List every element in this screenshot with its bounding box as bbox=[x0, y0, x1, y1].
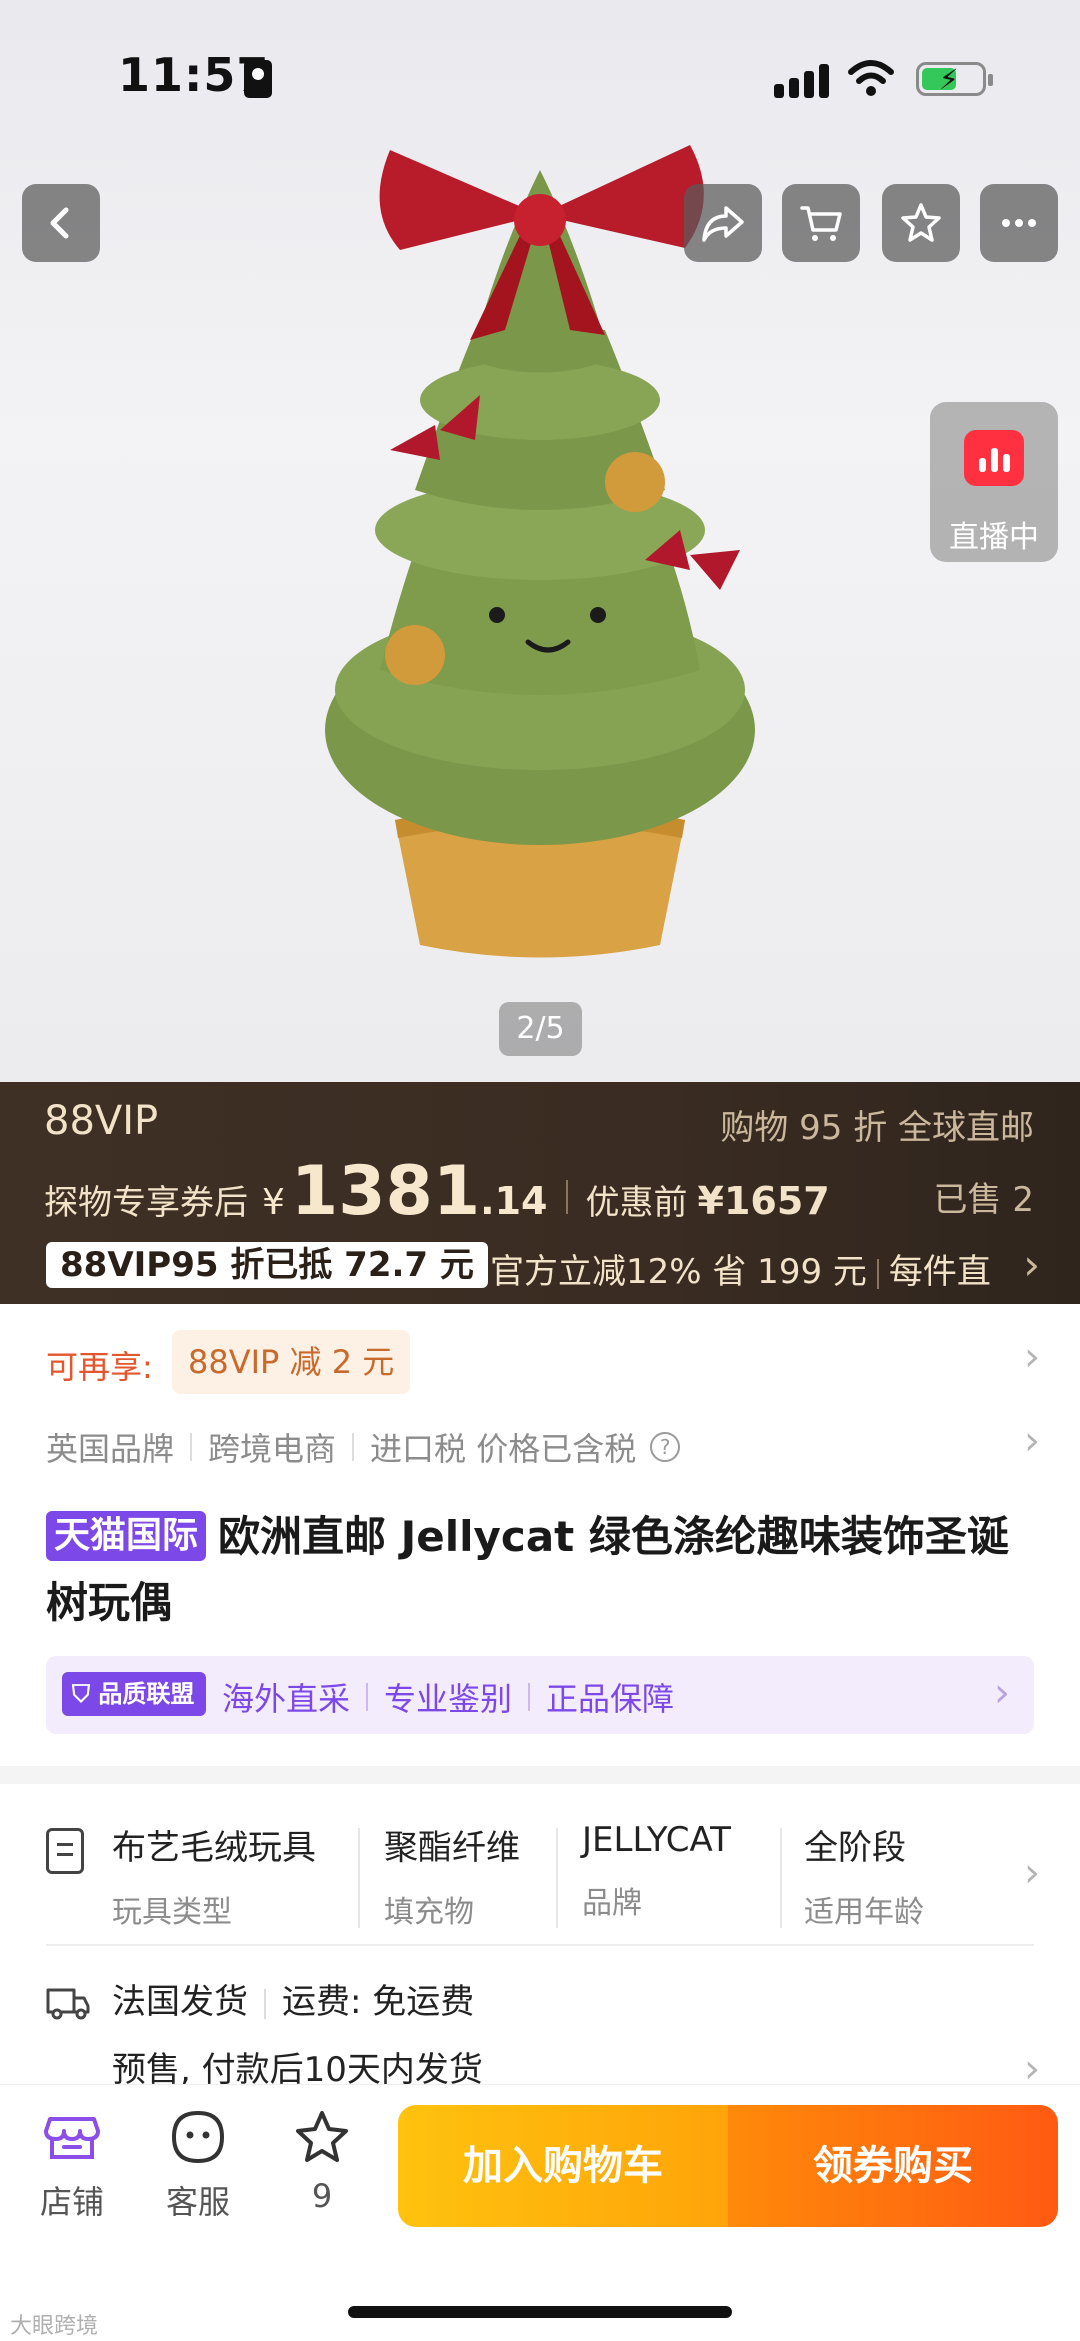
customer-service-button[interactable]: 客服 bbox=[148, 2107, 248, 2223]
more-dots-icon bbox=[1002, 219, 1036, 227]
favorite-count: 9 bbox=[311, 2177, 333, 2215]
status-bar: 11:57 ⚡ bbox=[0, 0, 1080, 150]
price-row: 探物专享券后 ¥ 1381 .14 优惠前 ¥1657 bbox=[44, 1152, 830, 1232]
live-stream-button[interactable]: 直播中 bbox=[930, 402, 1058, 562]
vip-benefit-text: 购物 95 折 全球直邮 bbox=[720, 1108, 1034, 1148]
shipping-origin: 法国发货 运费: 免运费 bbox=[112, 1974, 474, 2023]
document-icon bbox=[46, 1828, 84, 1874]
store-icon bbox=[44, 2117, 100, 2159]
divider bbox=[46, 1944, 1034, 1946]
vip-price-banner[interactable]: 88VIP 购物 95 折 全球直邮 探物专享券后 ¥ 1381 .14 优惠前… bbox=[0, 1082, 1080, 1304]
favorite-button[interactable] bbox=[882, 184, 960, 262]
official-discount-text: 官方立减12% 省 199 元 bbox=[490, 1252, 867, 1292]
price-prefix: 探物专享券后 bbox=[44, 1183, 248, 1223]
live-bars-icon bbox=[964, 430, 1024, 486]
section-divider bbox=[0, 1766, 1080, 1784]
more-button[interactable] bbox=[980, 184, 1058, 262]
meta-brand-origin: 英国品牌 bbox=[46, 1430, 175, 1468]
chevron-right-icon: › bbox=[1024, 1418, 1040, 1464]
quality-item: 海外直采 bbox=[222, 1680, 351, 1718]
price-decimal: .14 bbox=[480, 1179, 548, 1223]
attribute-item: 聚酯纤维 填充物 bbox=[384, 1828, 520, 1930]
divider bbox=[780, 1828, 782, 1928]
extra-discount-tag: 88VIP 减 2 元 bbox=[172, 1330, 411, 1394]
attribute-item: JELLYCAT 品牌 bbox=[582, 1820, 731, 1921]
share-icon bbox=[702, 206, 744, 242]
divider bbox=[358, 1828, 360, 1928]
star-icon bbox=[901, 203, 941, 242]
divider bbox=[565, 1180, 568, 1214]
quality-item: 正品保障 bbox=[546, 1680, 675, 1718]
chat-smile-icon bbox=[171, 2110, 225, 2164]
chevron-right-icon[interactable]: › bbox=[1023, 1240, 1040, 1289]
price-integer: 1381 bbox=[290, 1152, 481, 1231]
quality-alliance-row[interactable]: ⛉ 品质联盟 海外直采 专业鉴别 正品保障 › bbox=[46, 1656, 1034, 1734]
shopping-cart-icon bbox=[800, 206, 842, 241]
quality-item: 专业鉴别 bbox=[384, 1680, 513, 1718]
gallery-page-indicator: 2/5 bbox=[499, 1002, 582, 1056]
add-to-cart-button[interactable]: 加入购物车 bbox=[398, 2105, 728, 2227]
truck-icon bbox=[46, 1988, 90, 2020]
shipping-row[interactable]: 法国发货 运费: 免运费 预售, 付款后10天内发货 › bbox=[0, 1968, 1080, 2092]
id-card-icon bbox=[244, 60, 272, 98]
quality-items: 海外直采 专业鉴别 正品保障 bbox=[222, 1674, 674, 1720]
extra-discount-row[interactable]: 可再享: 88VIP 减 2 元 › bbox=[0, 1326, 1080, 1398]
store-label: 店铺 bbox=[39, 2183, 104, 2221]
original-price-label: 优惠前 bbox=[585, 1183, 688, 1223]
tmall-global-tag: 天猫国际 bbox=[46, 1511, 207, 1561]
bottom-action-bar: 店铺 客服 9 加入购物车 领券购买 bbox=[0, 2084, 1080, 2341]
share-button[interactable] bbox=[684, 184, 762, 262]
coupon-buy-button[interactable]: 领券购买 bbox=[728, 2105, 1058, 2227]
help-icon[interactable]: ? bbox=[650, 1432, 681, 1462]
product-attributes-row[interactable]: 布艺毛绒玩具 玩具类型 聚酯纤维 填充物 JELLYCAT 品牌 全阶段 适用年龄 › bbox=[0, 1810, 1080, 1950]
back-button[interactable] bbox=[22, 184, 100, 262]
cellular-signal-icon bbox=[774, 62, 830, 98]
original-price-value: ¥1657 bbox=[697, 1179, 830, 1223]
product-title: 天猫国际 欧洲直邮 Jellycat 绿色涤纶趣味装饰圣诞树玩偶 bbox=[46, 1504, 1036, 1636]
home-indicator[interactable] bbox=[348, 2306, 732, 2318]
chevron-right-icon: › bbox=[1024, 1850, 1040, 1896]
chevron-right-icon: › bbox=[994, 1670, 1010, 1716]
shipping-fee: 运费: 免运费 bbox=[282, 1982, 475, 2022]
service-label: 客服 bbox=[165, 2183, 230, 2221]
divider bbox=[556, 1828, 558, 1928]
live-label: 直播中 bbox=[949, 520, 1039, 555]
chevron-right-icon: › bbox=[1024, 1334, 1040, 1380]
star-icon bbox=[296, 2111, 348, 2162]
product-gallery[interactable]: 11:57 ⚡ 直播中 2/5 bbox=[0, 0, 1080, 1082]
attribute-item: 全阶段 适用年龄 bbox=[804, 1828, 924, 1930]
official-discount: 官方立减12% 省 199 元每件直 bbox=[490, 1244, 991, 1293]
watermark: 大眼跨境 bbox=[10, 2314, 99, 2339]
per-item-text: 每件直 bbox=[888, 1252, 991, 1292]
product-meta-row[interactable]: 英国品牌 跨境电商 进口税 价格已含税 ? bbox=[46, 1424, 681, 1470]
cart-button[interactable] bbox=[782, 184, 860, 262]
attribute-item: 布艺毛绒玩具 玩具类型 bbox=[112, 1828, 316, 1930]
favorite-count-button[interactable]: 9 bbox=[272, 2107, 372, 2215]
quality-alliance-badge: ⛉ 品质联盟 bbox=[62, 1672, 207, 1716]
sold-count: 已售 2 bbox=[933, 1180, 1034, 1220]
store-button[interactable]: 店铺 bbox=[22, 2107, 122, 2223]
chevron-left-icon bbox=[50, 207, 69, 239]
shield-icon: ⛉ bbox=[72, 1680, 99, 1708]
currency-symbol: ¥ bbox=[262, 1182, 285, 1223]
ship-from: 法国发货 bbox=[112, 1982, 248, 2022]
vip-discount-tag: 88VIP95 折已抵 72.7 元 bbox=[46, 1242, 488, 1288]
vip-title: 88VIP bbox=[44, 1098, 159, 1144]
meta-tax: 进口税 价格已含税 bbox=[370, 1430, 637, 1468]
extra-discount-label: 可再享: bbox=[46, 1348, 153, 1386]
battery-icon: ⚡ bbox=[916, 62, 993, 96]
wifi-icon bbox=[848, 60, 894, 96]
meta-cross-border: 跨境电商 bbox=[208, 1430, 337, 1468]
